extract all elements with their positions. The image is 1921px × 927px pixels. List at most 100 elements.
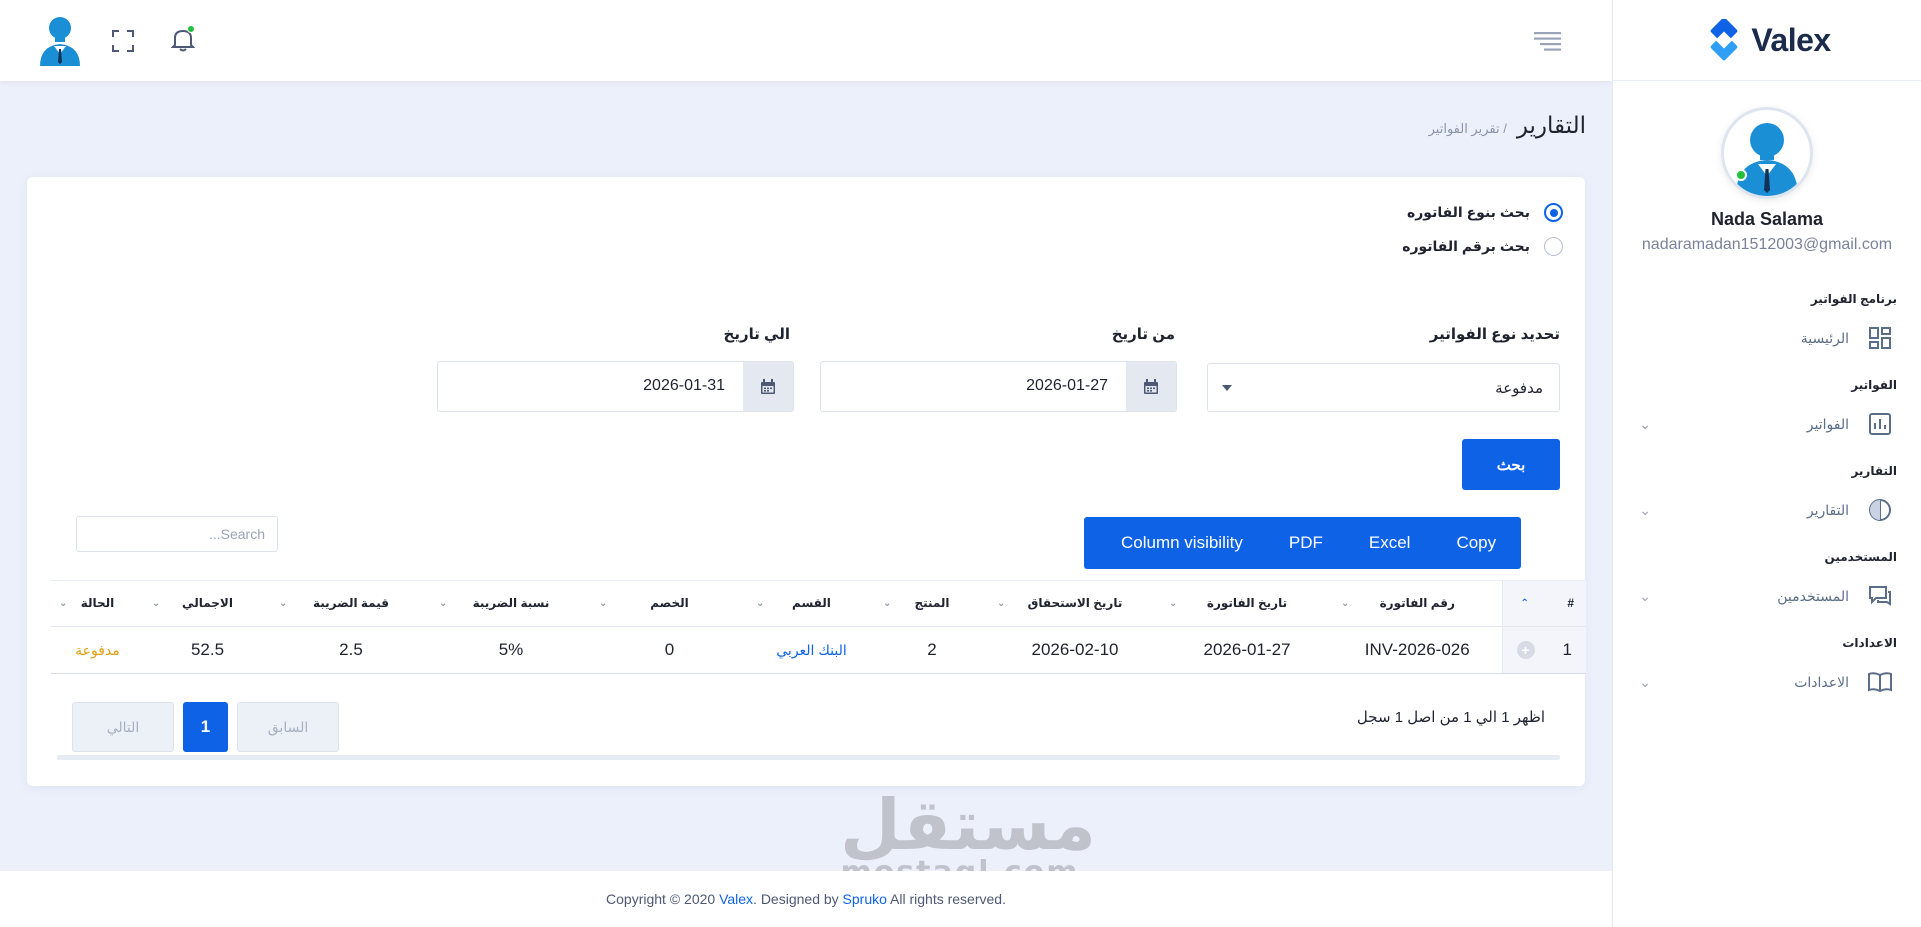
sidebar-item-label: الرئيسية <box>1800 329 1849 346</box>
table-cell: 1 + <box>1501 626 1586 674</box>
online-status-dot <box>1735 169 1747 181</box>
report-card: بحث بنوع الفاتوره بحث برقم الفاتوره تحدي… <box>27 177 1586 786</box>
sidebar: Valex Nada Salama nadaramadan1512003@gma… <box>1612 0 1921 927</box>
copy-button[interactable]: Copy <box>1433 533 1496 553</box>
dashboard-icon <box>1867 325 1893 351</box>
sort-icon: ⌄ <box>599 598 608 609</box>
profile-email: nadaramadan1512003@gmail.com <box>1641 236 1893 253</box>
table-cell-link[interactable]: البنك العربي <box>748 626 875 674</box>
calendar-icon[interactable] <box>743 362 793 411</box>
radio-button[interactable] <box>1544 203 1563 222</box>
search-button[interactable]: بحث <box>1462 439 1560 490</box>
sidebar-item-invoices[interactable]: الفواتير ⌄ <box>1637 402 1897 446</box>
sidebar-item-home[interactable]: الرئيسية <box>1637 316 1897 360</box>
table-cell: 52.5 <box>144 626 271 674</box>
radio-search-by-type[interactable]: بحث بنوع الفاتوره <box>1407 203 1563 222</box>
chevron-down-icon: ⌄ <box>1639 415 1651 432</box>
column-header[interactable]: المنتج ⌄ <box>875 580 989 627</box>
footer-copyright: Copyright © 2020 Valex. Designed by Spru… <box>606 891 1006 907</box>
menu-category: الاعدادات <box>1842 636 1897 650</box>
sort-icon: ⌄ <box>1169 598 1178 609</box>
sidebar-item-users[interactable]: المستخدمين ⌄ <box>1637 574 1897 618</box>
sort-icon: ⌄ <box>439 598 448 609</box>
next-page-button[interactable]: التالي <box>72 702 174 752</box>
top-header <box>0 0 1612 81</box>
table-cell: 0 <box>591 626 748 674</box>
brand[interactable]: Valex <box>1613 0 1921 81</box>
search-input[interactable] <box>77 517 277 551</box>
sort-icon: ⌄ <box>59 598 68 609</box>
footer-brand-link[interactable]: Valex <box>719 891 753 907</box>
page-button-1[interactable]: 1 <box>183 702 228 752</box>
sort-icon: ⌃ <box>1520 598 1529 609</box>
page-title: التقارير <box>1516 112 1586 138</box>
sidebar-item-label: الفواتير <box>1806 415 1849 432</box>
sort-icon: ⌄ <box>152 598 161 609</box>
column-header[interactable]: الخصم ⌄ <box>591 580 748 627</box>
column-header[interactable]: تاريخ الاستحقاق ⌄ <box>989 580 1161 627</box>
footer-designer-link[interactable]: Spruko <box>843 891 887 907</box>
column-header[interactable]: الاجمالي ⌄ <box>144 580 271 627</box>
sort-icon: ⌄ <box>1341 598 1350 609</box>
export-button-group: Column visibility PDF Excel Copy <box>1084 517 1522 569</box>
horizontal-scrollbar[interactable] <box>57 755 1560 760</box>
calendar-icon[interactable] <box>1126 362 1176 411</box>
pdf-button[interactable]: PDF <box>1266 533 1346 553</box>
sort-icon: ⌄ <box>756 598 765 609</box>
footer: Copyright © 2020 Valex. Designed by Spru… <box>0 871 1612 927</box>
radio-search-by-number[interactable]: بحث برقم الفاتوره <box>1402 237 1563 256</box>
radio-button[interactable] <box>1544 237 1563 256</box>
previous-page-button[interactable]: السابق <box>237 702 339 752</box>
breadcrumb-current[interactable]: / تقرير الفواتير <box>1429 121 1507 137</box>
menu-icon[interactable] <box>1534 31 1561 51</box>
column-header[interactable]: قيمة الضريبة ⌄ <box>271 580 431 627</box>
table-cell: 2026-02-10 <box>989 626 1161 674</box>
column-visibility-button[interactable]: Column visibility <box>1109 533 1266 553</box>
menu-category: التقارير <box>1851 464 1897 478</box>
invoice-type-select[interactable]: مدفوعة <box>1207 363 1560 412</box>
avatar-icon[interactable] <box>38 16 82 66</box>
column-header[interactable]: الحالة ⌄ <box>51 580 144 627</box>
table-header-row: # ⌃ رقم الفاتورة ⌄ تاريخ الفاتورة ⌄ تاريخ ا… <box>51 580 1586 627</box>
sidebar-item-reports[interactable]: التقارير ⌄ <box>1637 488 1897 532</box>
sidebar-menu: برنامج الفواتير الرئيسية الفواتير الفوات… <box>1613 254 1921 704</box>
sort-icon: ⌄ <box>883 598 892 609</box>
sidebar-item-label: المستخدمين <box>1777 587 1849 604</box>
table-cell: 2 <box>875 626 989 674</box>
expand-row-icon[interactable]: + <box>1516 641 1535 659</box>
pagination: التالي 1 السابق <box>72 702 339 752</box>
profile-name: Nada Salama <box>1710 209 1824 229</box>
table-cell: 2.5 <box>271 626 431 674</box>
sort-icon: ⌄ <box>997 598 1006 609</box>
table-cell: 2026-01-27 <box>1161 626 1333 674</box>
column-header[interactable]: نسبة الضريبة ⌄ <box>431 580 591 627</box>
book-icon <box>1867 669 1893 695</box>
column-header[interactable]: # ⌃ <box>1501 580 1586 627</box>
breadcrumb: التقارير / تقرير الفواتير <box>1429 112 1586 139</box>
excel-button[interactable]: Excel <box>1346 533 1434 553</box>
table-cell: 5% <box>431 626 591 674</box>
fullscreen-icon[interactable] <box>112 30 134 52</box>
valex-logo-icon <box>1710 19 1738 61</box>
avatar-icon <box>1736 123 1798 196</box>
column-header[interactable]: تاريخ الفاتورة ⌄ <box>1161 580 1333 627</box>
table-cell: INV-2026-026 <box>1333 626 1502 674</box>
to-date-input[interactable]: 2026-01-31 <box>437 361 794 412</box>
chat-icon <box>1867 583 1893 609</box>
sort-icon: ⌄ <box>279 598 288 609</box>
from-date-input[interactable]: 2026-01-27 <box>820 361 1177 412</box>
sidebar-item-settings[interactable]: الاعدادات ⌄ <box>1637 660 1897 704</box>
menu-category: المستخدمين <box>1824 550 1897 564</box>
select-value: مدفوعة <box>1495 380 1543 397</box>
invoices-table: # ⌃ رقم الفاتورة ⌄ تاريخ الفاتورة ⌄ تاريخ ا… <box>51 580 1586 674</box>
column-header[interactable]: القسم ⌄ <box>748 580 875 627</box>
table-row: 1 + INV-2026-026 2026-01-27 2026-02-10 2… <box>51 626 1586 674</box>
bell-icon[interactable] <box>171 26 195 52</box>
caret-down-icon <box>1222 385 1232 391</box>
pie-chart-icon <box>1867 497 1893 523</box>
chevron-down-icon: ⌄ <box>1639 587 1651 604</box>
column-header[interactable]: رقم الفاتورة ⌄ <box>1333 580 1502 627</box>
profile-avatar[interactable] <box>1721 107 1813 199</box>
table-search[interactable] <box>76 516 278 552</box>
menu-category: برنامج الفواتير <box>1810 292 1897 306</box>
